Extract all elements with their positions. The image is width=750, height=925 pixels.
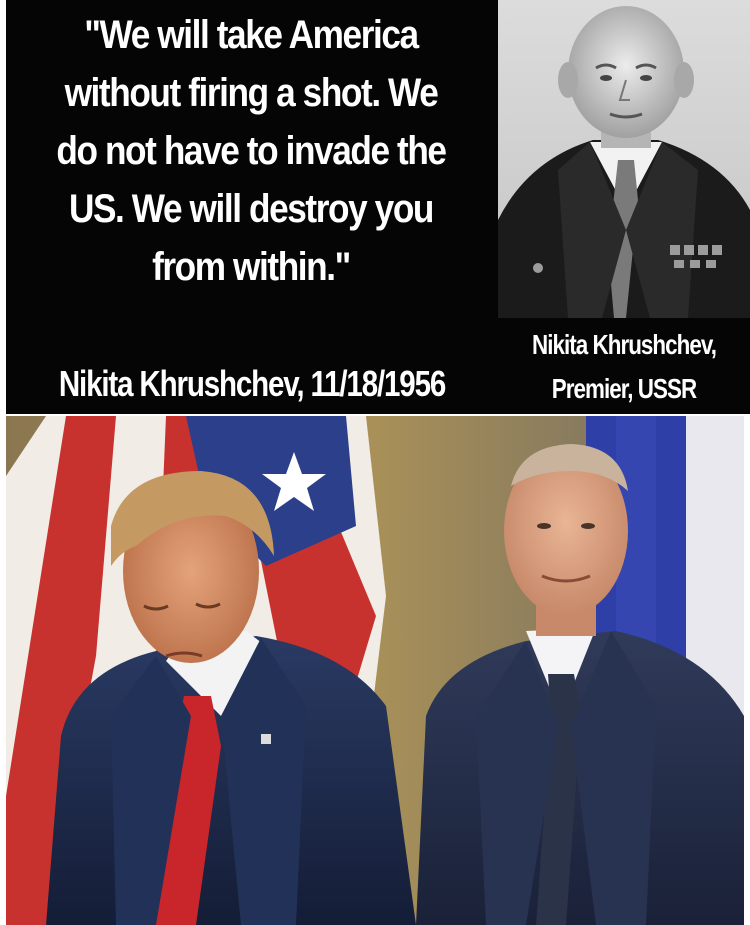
quote-line: do not have to invade the <box>56 129 447 173</box>
quote-attribution: Nikita Khrushchev, 11/18/1956 <box>58 363 446 404</box>
portrait-panel: Nikita Khrushchev, Premier, USSR <box>498 0 750 414</box>
quote-line: without firing a shot. We <box>64 71 439 115</box>
portrait-caption-name: Nikita Khrushchev, <box>532 329 717 360</box>
portrait-photo <box>498 0 750 318</box>
quote-line: US. We will destroy you <box>68 187 434 231</box>
bottom-photo <box>6 416 744 925</box>
portrait-caption-title: Premier, USSR <box>551 373 697 404</box>
quote-panel: "We will take America without firing a s… <box>6 0 498 414</box>
quote-text: "We will take America without firing a s… <box>41 6 462 296</box>
quote-line: "We will take America <box>84 13 419 57</box>
quote-line: from within." <box>152 245 351 289</box>
meme-image: "We will take America without firing a s… <box>0 0 750 925</box>
